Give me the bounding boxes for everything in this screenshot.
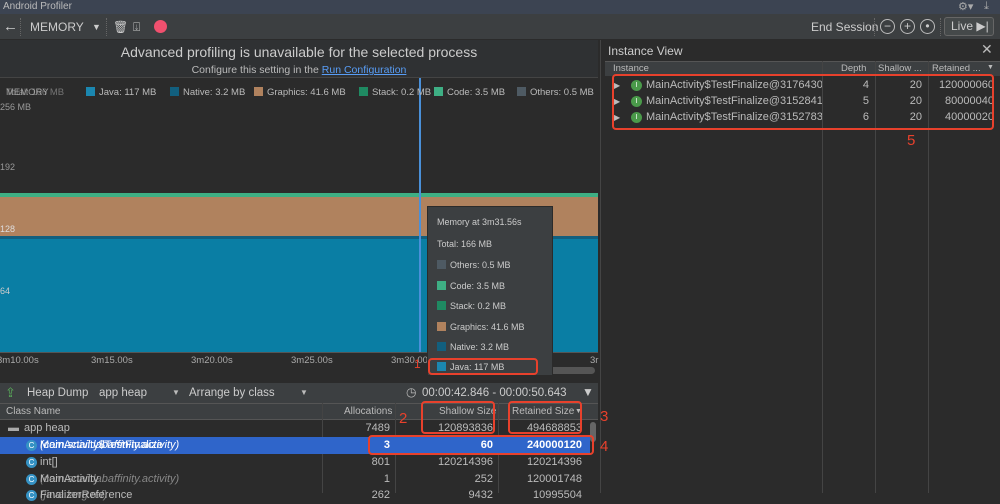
annotation-5: 5 xyxy=(907,132,916,149)
annotation-2: 2 xyxy=(399,410,408,427)
y-tick: 128 xyxy=(0,224,16,234)
table-row[interactable]: C MainActivity (com.snail.labaffinity.ac… xyxy=(0,471,590,488)
tooltip-native: Native: 3.2 MB xyxy=(437,342,509,352)
chevron-down-icon[interactable]: ▼ xyxy=(300,388,308,397)
class-icon: C xyxy=(26,474,37,485)
capture-range: 00:00:42.846 - 00:00:50.643 xyxy=(422,387,567,399)
chevron-down-icon[interactable]: ▼ xyxy=(172,388,180,397)
live-label: Live xyxy=(951,19,974,33)
tooltip-graphics: Graphics: 41.6 MB xyxy=(437,322,525,332)
run-configuration-link[interactable]: Run Configuration xyxy=(322,64,407,76)
arrange-select[interactable]: Arrange by class xyxy=(189,387,275,399)
zoom-in-icon[interactable]: + xyxy=(900,19,915,34)
annotation-box-instances xyxy=(612,74,994,130)
zoom-out-icon[interactable]: − xyxy=(880,19,895,34)
toolbar: ← MEMORY ▼ 🗑 ⍗ End Session − + • Live ▶| xyxy=(0,14,1000,40)
chevron-down-icon[interactable]: ▼ xyxy=(92,14,101,40)
tooltip-code: Code: 3.5 MB xyxy=(437,281,505,291)
memory-tooltip: Memory at 3m31.56s Total: 166 MB Others:… xyxy=(427,206,553,376)
tooltip-total: Total: 166 MB xyxy=(437,239,493,249)
annotation-box-retained xyxy=(508,401,582,434)
x-tick: 3m25.00s xyxy=(291,355,333,366)
time-cursor[interactable] xyxy=(419,78,421,352)
y-tick: 64 xyxy=(0,286,11,296)
tooltip-title: Memory at 3m31.56s xyxy=(437,217,522,227)
x-tick: 3m20.00s xyxy=(191,355,233,366)
x-tick: 3m10.00s xyxy=(0,355,39,366)
tooltip-others: Others: 0.5 MB xyxy=(437,260,511,270)
legend-java: Java: 117 MB xyxy=(86,87,156,98)
legend-stack: Stack: 0.2 MB xyxy=(359,87,431,98)
legend-native: Native: 3.2 MB xyxy=(170,87,245,98)
y-tick: 192 xyxy=(0,162,16,172)
end-session-button[interactable]: End Session xyxy=(811,14,878,40)
folder-icon: ▬ xyxy=(8,422,19,434)
live-button[interactable]: Live ▶| xyxy=(944,17,994,36)
annotation-box-selected xyxy=(368,435,594,455)
heap-dump-icon[interactable]: ⍗ xyxy=(133,14,140,40)
trash-icon[interactable]: 🗑 xyxy=(113,14,128,40)
hide-icon[interactable]: ⤓ xyxy=(984,0,989,13)
settings-icon[interactable]: ⚙▾ xyxy=(958,0,973,13)
heap-select[interactable]: app heap xyxy=(99,387,147,399)
heap-toolbar: ⇪ Heap Dump app heap ▼ Arrange by class … xyxy=(0,382,598,403)
annotation-4: 4 xyxy=(600,438,609,455)
class-icon: C xyxy=(26,440,37,451)
legend-others: Others: 0.5 MB xyxy=(517,87,594,98)
column-retained[interactable]: Retained ... xyxy=(932,63,981,74)
column-class-name[interactable]: Class Name xyxy=(6,406,60,417)
column-instance[interactable]: Instance xyxy=(613,63,649,74)
banner-subtitle: Configure this setting in the xyxy=(191,64,319,76)
annotation-3: 3 xyxy=(600,408,609,425)
table-row[interactable]: C int[] 801 120214396 120214396 xyxy=(0,454,590,471)
clock-icon: ◷ xyxy=(406,385,417,399)
column-shallow[interactable]: Shallow ... xyxy=(878,63,922,74)
profiling-banner: Advanced profiling is unavailable for th… xyxy=(0,40,598,78)
x-tick: 3r xyxy=(590,355,599,366)
legend-total: Total: 166 MB xyxy=(6,87,65,98)
sort-desc-icon: ▼ xyxy=(987,64,994,71)
column-allocations[interactable]: Allocations xyxy=(344,406,392,417)
export-icon[interactable]: ⇪ xyxy=(5,385,16,401)
window-title: Android Profiler xyxy=(0,0,1000,14)
banner-title: Advanced profiling is unavailable for th… xyxy=(120,44,478,60)
instance-view-title: Instance View xyxy=(608,44,683,58)
record-icon[interactable] xyxy=(154,20,167,33)
annotation-box-shallow xyxy=(421,401,495,434)
y-tick: 256 MB xyxy=(0,102,32,112)
back-icon[interactable]: ← xyxy=(3,14,18,40)
filter-icon[interactable]: ▼ xyxy=(582,385,594,399)
legend-code: Code: 3.5 MB xyxy=(434,87,505,98)
annotation-1: 1 xyxy=(414,357,421,371)
class-icon: C xyxy=(26,457,37,468)
x-tick: 3m15.00s xyxy=(91,355,133,366)
table-row[interactable]: C FinalizerReference (java.lang.ref) 262… xyxy=(0,487,590,504)
legend-graphics: Graphics: 41.6 MB xyxy=(254,87,346,98)
legend: MEMORY Total: 166 MB Java: 117 MB Native… xyxy=(0,82,598,102)
column-depth[interactable]: Depth xyxy=(841,63,866,74)
class-icon: C xyxy=(26,490,37,501)
profiler-select[interactable]: MEMORY xyxy=(30,14,84,40)
heap-dump-label: Heap Dump xyxy=(27,387,89,399)
tooltip-stack: Stack: 0.2 MB xyxy=(437,301,506,311)
reset-zoom-icon[interactable]: • xyxy=(920,19,935,34)
annotation-box-java xyxy=(428,358,538,375)
close-icon[interactable]: ✕ xyxy=(981,41,993,58)
